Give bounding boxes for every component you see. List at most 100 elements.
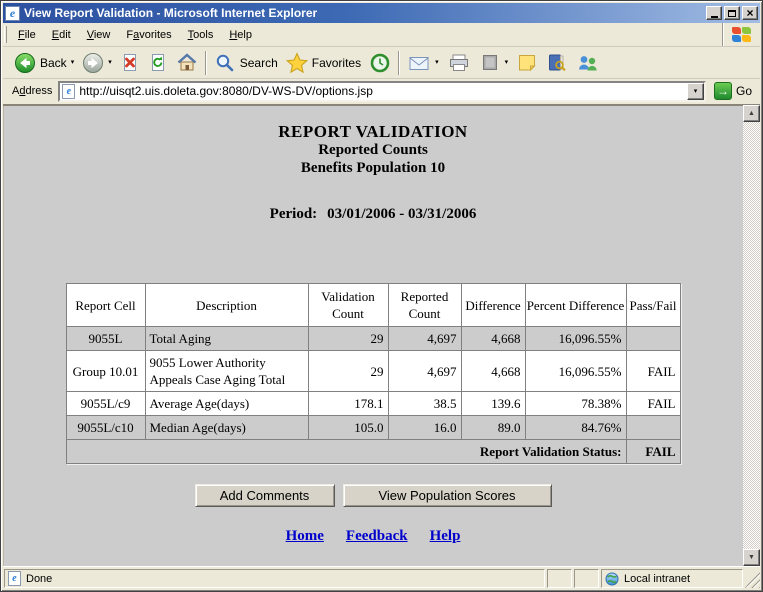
period-label: Period: [270,206,317,222]
report-validation-status-label: Report Validation Status: [66,440,626,464]
search-label: Search [240,56,278,70]
table-row: 9055L/c9 Average Age(days) 178.1 38.5 13… [66,392,680,416]
windows-logo-icon [732,27,751,42]
report-validation-table: Report Cell Description Validation Count… [66,283,681,464]
refresh-icon [148,52,168,74]
search-icon [214,52,236,74]
footer-links: Home Feedback Help [3,528,743,545]
table-status-row: Report Validation Status: FAIL [66,440,680,464]
ie-logo-icon [5,6,20,21]
home-link[interactable]: Home [286,528,324,545]
refresh-button[interactable] [144,50,172,76]
status-text: Done [26,573,52,585]
close-button[interactable] [742,6,758,20]
address-label: Address [10,85,58,97]
menu-help[interactable]: Help [221,27,260,43]
discuss-button[interactable] [512,50,542,76]
toolbar-separator [205,51,207,75]
header-validation-count: Validation Count [308,284,388,327]
discuss-note-icon [516,52,538,74]
forward-icon [82,52,104,74]
action-buttons: Add Comments View Population Scores [3,484,743,507]
messenger-button[interactable] [572,50,604,76]
edit-dropdown-caret-icon [505,59,509,66]
history-button[interactable] [365,50,395,76]
page-favicon-icon [62,84,75,99]
page-content: REPORT VALIDATION Reported Counts Benefi… [3,105,743,566]
menu-view[interactable]: View [79,27,119,43]
report-validation-status-value: FAIL [626,440,680,464]
menu-bar: File Edit View Favorites Tools Help [3,23,760,47]
toolbar-separator [398,51,400,75]
home-button[interactable] [172,50,202,76]
table-header-row: Report Cell Description Validation Count… [66,284,680,327]
window-controls [706,6,758,20]
header-percent-difference: Percent Difference [525,284,626,327]
print-button[interactable] [443,50,475,76]
period-line: Period:03/01/2006 - 03/31/2006 [3,205,743,223]
status-pane [574,569,599,588]
favorites-button[interactable]: Favorites [282,50,365,76]
intranet-globe-icon [605,572,619,586]
minimize-button[interactable] [706,6,722,20]
status-message-panel: Done [4,569,545,588]
add-comments-button[interactable]: Add Comments [195,484,335,507]
address-bar: Address http://uisqt2.uis.doleta.gov:808… [3,79,760,105]
mail-dropdown-caret-icon [435,59,439,66]
back-button[interactable]: Back [10,50,78,76]
scrollbar-track[interactable] [743,122,760,549]
security-zone-text: Local intranet [624,573,690,585]
menu-file[interactable]: File [10,27,44,43]
research-button[interactable] [542,50,572,76]
table-row: 9055L Total Aging 29 4,697 4,668 16,096.… [66,327,680,351]
view-population-scores-button[interactable]: View Population Scores [343,484,552,507]
edit-button[interactable] [475,50,513,76]
menu-tools[interactable]: Tools [180,27,222,43]
close-icon [746,8,753,18]
page-population: Benefits Population 10 [3,159,743,177]
help-link[interactable]: Help [430,528,461,545]
research-book-icon [546,52,568,74]
search-button[interactable]: Search [210,50,282,76]
vertical-scrollbar[interactable] [743,105,760,566]
table-row: Group 10.01 9055 Lower Authority Appeals… [66,351,680,392]
browser-viewport: REPORT VALIDATION Reported Counts Benefi… [3,105,760,566]
print-icon [447,52,471,74]
forward-dropdown-caret-icon [108,59,112,66]
header-report-cell: Report Cell [66,284,145,327]
go-label: Go [736,84,752,98]
forward-button[interactable] [78,50,116,76]
header-description: Description [145,284,308,327]
resize-grip[interactable] [745,569,760,588]
back-label: Back [40,56,67,70]
browser-window: View Report Validation - Microsoft Inter… [0,0,763,592]
stop-button[interactable] [116,50,144,76]
status-pane [547,569,572,588]
address-dropdown-button[interactable] [687,83,704,100]
edit-icon [479,52,501,74]
maximize-icon [728,10,736,17]
history-icon [369,52,391,74]
status-bar: Done Local intranet [3,566,760,589]
header-pass-fail: Pass/Fail [626,284,680,327]
mail-button[interactable] [403,50,443,76]
minimize-icon [711,16,718,18]
favorites-star-icon [286,52,308,74]
scroll-up-button[interactable] [743,105,760,122]
messenger-people-icon [576,52,600,74]
address-input[interactable]: http://uisqt2.uis.doleta.gov:8080/DV-WS-… [58,81,706,102]
header-difference: Difference [461,284,525,327]
maximize-button[interactable] [724,6,740,20]
address-dropdown-caret-icon [694,88,698,95]
feedback-link[interactable]: Feedback [346,528,408,545]
scroll-down-button[interactable] [743,549,760,566]
title-bar[interactable]: View Report Validation - Microsoft Inter… [3,3,760,23]
page-title: REPORT VALIDATION [3,122,743,141]
menu-edit[interactable]: Edit [44,27,79,43]
back-dropdown-caret-icon [71,59,75,66]
menu-bar-grip[interactable] [4,26,7,43]
go-button[interactable] [714,82,732,100]
menu-favorites[interactable]: Favorites [118,27,179,43]
address-url: http://uisqt2.uis.doleta.gov:8080/DV-WS-… [79,84,683,98]
table-row: 9055L/c10 Median Age(days) 105.0 16.0 89… [66,416,680,440]
